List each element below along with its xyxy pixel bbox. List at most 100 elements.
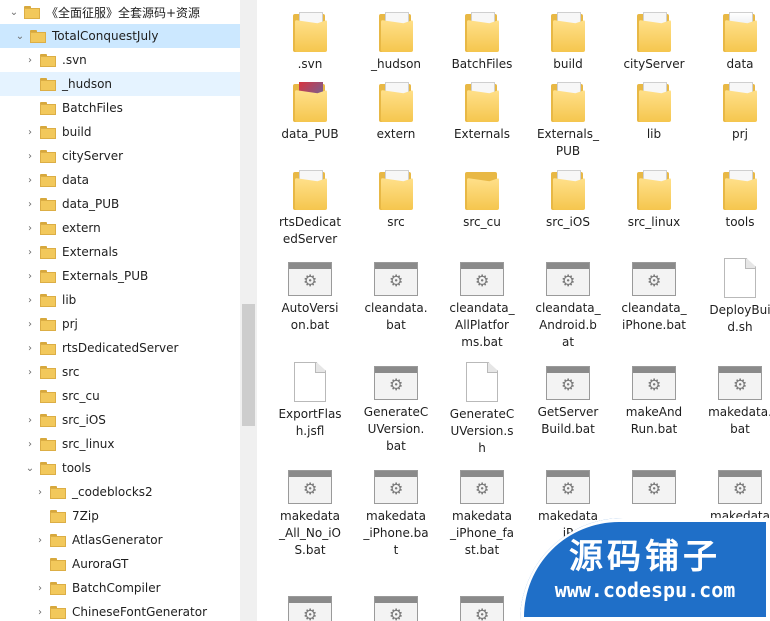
folder-item[interactable]: tools	[697, 170, 770, 231]
file-item[interactable]: ⚙	[353, 592, 439, 621]
chevron-right-icon[interactable]: ›	[24, 366, 36, 378]
tree-item[interactable]: ⌄ tools	[0, 456, 240, 480]
chevron-right-icon[interactable]: ›	[24, 222, 36, 234]
file-item[interactable]: ⚙ cleandata_ Android.b at	[525, 258, 611, 351]
folder-item[interactable]: src	[353, 170, 439, 231]
tree-item[interactable]: _hudson	[0, 72, 240, 96]
tree-scrollbar[interactable]	[240, 0, 257, 621]
tree-item[interactable]: › AtlasGenerator	[0, 528, 240, 552]
tree-item[interactable]: › lib	[0, 288, 240, 312]
item-label: makedata _iPhone.ba t	[363, 509, 429, 557]
tree-item[interactable]: › src	[0, 360, 240, 384]
file-item[interactable]: ⚙ cleandata. bat	[353, 258, 439, 334]
tree-item[interactable]: › ChineseFontGenerator	[0, 600, 240, 621]
tree-item[interactable]: › Externals_PUB	[0, 264, 240, 288]
folder-item[interactable]: src_linux	[611, 170, 697, 231]
item-label: rtsDedicat edServer	[278, 215, 342, 246]
file-item[interactable]: ⚙ cleandata_ AllPlatfor ms.bat	[439, 258, 525, 351]
tree-item[interactable]: AuroraGT	[0, 552, 240, 576]
tree-item-label: Externals_PUB	[62, 269, 149, 283]
tree-item[interactable]: › _codeblocks2	[0, 480, 240, 504]
folder-icon	[40, 221, 56, 235]
tree-item[interactable]: › cityServer	[0, 144, 240, 168]
chevron-right-icon[interactable]: ›	[24, 270, 36, 282]
file-item[interactable]: ⚙ makedata _iPhone_fa st.bat	[439, 466, 525, 559]
tree-item[interactable]: › Externals	[0, 240, 240, 264]
file-item[interactable]: ⚙ GenerateC UVersion. bat	[353, 362, 439, 455]
file-item[interactable]: ExportFlas h.jsfl	[267, 362, 353, 440]
folder-item[interactable]: cityServer	[611, 12, 697, 73]
folder-item[interactable]: lib	[611, 82, 697, 143]
file-item[interactable]: ⚙ makeAnd Run.bat	[611, 362, 697, 438]
chevron-right-icon[interactable]: ›	[24, 174, 36, 186]
tree-item[interactable]: BatchFiles	[0, 96, 240, 120]
folder-item[interactable]: Externals_ PUB	[525, 82, 611, 160]
tree-item-label: src_iOS	[62, 413, 106, 427]
tree-item[interactable]: 7Zip	[0, 504, 240, 528]
chevron-right-icon[interactable]: ›	[24, 54, 36, 66]
chevron-down-icon[interactable]: ⌄	[8, 6, 20, 18]
chevron-down-icon[interactable]: ⌄	[24, 462, 36, 474]
tree-item[interactable]: › BatchCompiler	[0, 576, 240, 600]
chevron-right-icon[interactable]: ›	[24, 150, 36, 162]
tree-item[interactable]: › src_iOS	[0, 408, 240, 432]
folder-item[interactable]: rtsDedicat edServer	[267, 170, 353, 248]
file-item[interactable]: ⚙	[267, 592, 353, 621]
file-item[interactable]: ⚙ makedata _All_No_iO S.bat	[267, 466, 353, 559]
chevron-right-icon[interactable]: ›	[24, 198, 36, 210]
tree-item[interactable]: ⌄ 《全面征服》全套源码+资源	[0, 0, 240, 24]
file-item[interactable]: ⚙ makedata	[697, 466, 770, 525]
chevron-right-icon[interactable]: ›	[34, 582, 46, 594]
tree-item-label: src	[62, 365, 80, 379]
chevron-down-icon[interactable]: ⌄	[14, 30, 26, 42]
tree-item[interactable]: src_cu	[0, 384, 240, 408]
folder-item[interactable]: .svn	[267, 12, 353, 73]
folder-item[interactable]: data	[697, 12, 770, 73]
chevron-right-icon[interactable]: ›	[34, 534, 46, 546]
folder-item[interactable]: Externals	[439, 82, 525, 143]
file-item[interactable]: GenerateC UVersion.s h	[439, 362, 525, 457]
folder-icon	[40, 77, 56, 91]
folder-item[interactable]: prj	[697, 82, 770, 143]
tree-item[interactable]: › src_linux	[0, 432, 240, 456]
file-item[interactable]: ⚙ GetServer Build.bat	[525, 362, 611, 438]
chevron-right-icon[interactable]: ›	[34, 486, 46, 498]
file-item[interactable]: DeployBui d.sh	[697, 258, 770, 336]
file-item[interactable]: ⚙ makedata. bat	[697, 362, 770, 438]
tree-item[interactable]: › .svn	[0, 48, 240, 72]
item-label: makedata _All_No_iO S.bat	[279, 509, 341, 557]
item-label: Externals_ PUB	[536, 127, 600, 158]
item-label: lib	[646, 127, 662, 141]
tree-item[interactable]: ⌄ TotalConquestJuly	[0, 24, 240, 48]
folder-item[interactable]: src_iOS	[525, 170, 611, 231]
tree-item[interactable]: › build	[0, 120, 240, 144]
file-item[interactable]: ⚙ makedata _iPhone.ba t	[353, 466, 439, 559]
chevron-right-icon[interactable]: ›	[24, 438, 36, 450]
tree-item[interactable]: › rtsDedicatedServer	[0, 336, 240, 360]
folder-item[interactable]: src_cu	[439, 170, 525, 231]
chevron-right-icon[interactable]: ›	[24, 246, 36, 258]
chevron-right-icon[interactable]: ›	[34, 606, 46, 618]
chevron-right-icon[interactable]: ›	[24, 414, 36, 426]
file-item[interactable]: ⚙ AutoVersi on.bat	[267, 258, 353, 334]
folder-item[interactable]: _hudson	[353, 12, 439, 73]
folder-item[interactable]: data_PUB	[267, 82, 353, 143]
chevron-right-icon[interactable]: ›	[24, 126, 36, 138]
file-item[interactable]: ⚙	[611, 466, 697, 508]
chevron-right-icon[interactable]: ›	[24, 318, 36, 330]
tree-item[interactable]: › extern	[0, 216, 240, 240]
file-item[interactable]: ⚙ cleandata_ iPhone.bat	[611, 258, 697, 334]
chevron-right-icon[interactable]: ›	[24, 294, 36, 306]
folder-item[interactable]: BatchFiles	[439, 12, 525, 73]
tree-scrollbar-thumb[interactable]	[242, 304, 255, 426]
item-label: GenerateC UVersion.s h	[449, 407, 515, 455]
folder-item[interactable]: build	[525, 12, 611, 73]
chevron-right-icon[interactable]: ›	[24, 342, 36, 354]
file-item[interactable]: ⚙	[439, 592, 525, 621]
tree-item[interactable]: › data	[0, 168, 240, 192]
tree-item[interactable]: › data_PUB	[0, 192, 240, 216]
tree-item[interactable]: › prj	[0, 312, 240, 336]
folder-item[interactable]: extern	[353, 82, 439, 143]
